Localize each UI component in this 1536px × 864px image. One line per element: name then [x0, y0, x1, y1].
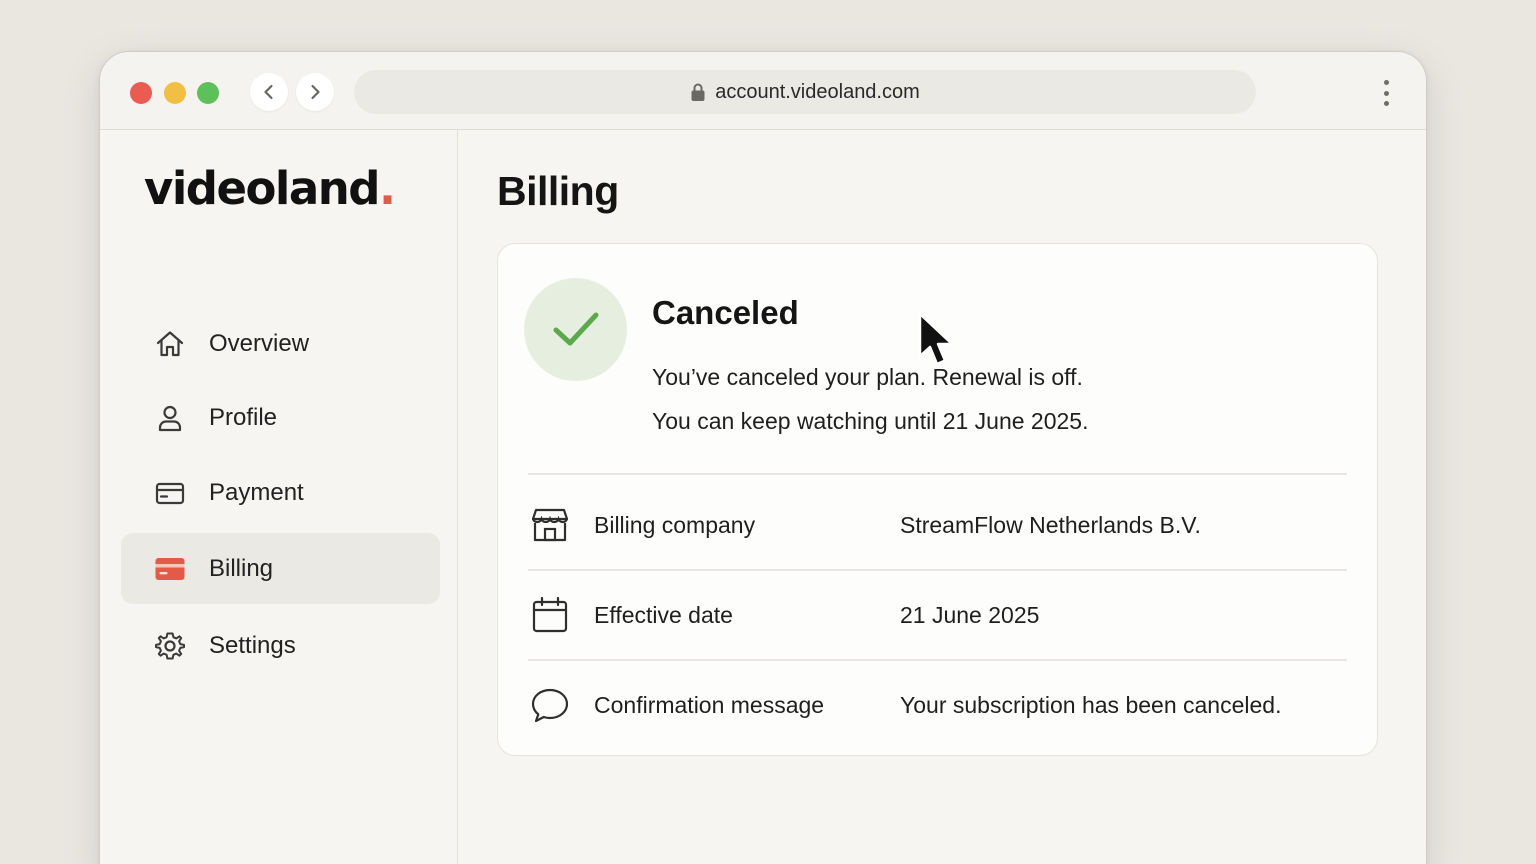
- home-icon: [153, 327, 187, 361]
- effective-date-label: Effective date: [594, 601, 733, 628]
- close-window-button[interactable]: [130, 82, 152, 104]
- check-icon: [553, 312, 598, 345]
- mouse-cursor: [918, 312, 954, 366]
- forward-button[interactable]: [296, 73, 334, 111]
- back-button[interactable]: [250, 73, 288, 111]
- sidebar-item-profile[interactable]: Profile: [121, 382, 440, 453]
- confirmation-message-label: Confirmation message: [594, 691, 825, 718]
- success-badge: [524, 278, 627, 381]
- divider: [528, 473, 1347, 475]
- more-vertical-icon[interactable]: [1376, 78, 1396, 108]
- store-icon: [528, 503, 572, 547]
- message-icon: [528, 683, 572, 727]
- main-content: Billing Canceled You’ve canceled your pl…: [458, 130, 1426, 864]
- chevron-right-icon: [311, 84, 320, 100]
- sidebar-item-payment[interactable]: Payment: [121, 457, 440, 528]
- address-bar[interactable]: account.videoland.com: [354, 70, 1256, 114]
- browser-toolbar: account.videoland.com: [100, 52, 1426, 130]
- status-access-until: You can keep watching until 21 June 2025…: [652, 408, 1089, 434]
- minimize-window-button[interactable]: [164, 82, 186, 104]
- maximize-window-button[interactable]: [197, 82, 219, 104]
- effective-date-value: 21 June 2025: [900, 601, 1040, 628]
- sidebar-item-label: Payment: [209, 478, 304, 506]
- lock-icon: [691, 83, 705, 101]
- card-icon: [153, 476, 187, 510]
- detail-row-confirmation-message: Confirmation message Your subscription h…: [528, 660, 1347, 750]
- videoland-logo[interactable]: videoland.: [144, 162, 396, 215]
- user-icon: [153, 401, 187, 435]
- sidebar-item-label: Overview: [209, 329, 310, 357]
- page-title: Billing: [497, 168, 619, 214]
- detail-row-billing-company: Billing company StreamFlow Netherlands B…: [528, 480, 1347, 570]
- sidebar-item-label: Billing: [209, 554, 274, 582]
- browser-window: account.videoland.com videoland. Overvie…: [99, 51, 1427, 864]
- sidebar-item-label: Settings: [209, 631, 296, 659]
- status-description: You’ve canceled your plan. Renewal is of…: [652, 364, 1083, 390]
- sidebar-item-billing[interactable]: Billing: [121, 533, 440, 604]
- billing-card-icon: [153, 552, 187, 586]
- billing-company-label: Billing company: [594, 511, 756, 538]
- sidebar-item-settings[interactable]: Settings: [121, 610, 440, 681]
- url-text: account.videoland.com: [715, 80, 920, 103]
- sidebar: videoland. Overview Profile Payment Bill…: [100, 130, 458, 864]
- sidebar-item-overview[interactable]: Overview: [121, 308, 440, 379]
- sidebar-item-label: Profile: [209, 403, 278, 431]
- detail-row-effective-date: Effective date 21 June 2025: [528, 570, 1347, 660]
- calendar-icon: [528, 593, 572, 637]
- gear-icon: [153, 629, 187, 663]
- chevron-left-icon: [264, 84, 273, 100]
- confirmation-message-value: Your subscription has been canceled.: [900, 691, 1282, 718]
- billing-company-value: StreamFlow Netherlands B.V.: [900, 511, 1201, 538]
- status-title: Canceled: [652, 294, 799, 331]
